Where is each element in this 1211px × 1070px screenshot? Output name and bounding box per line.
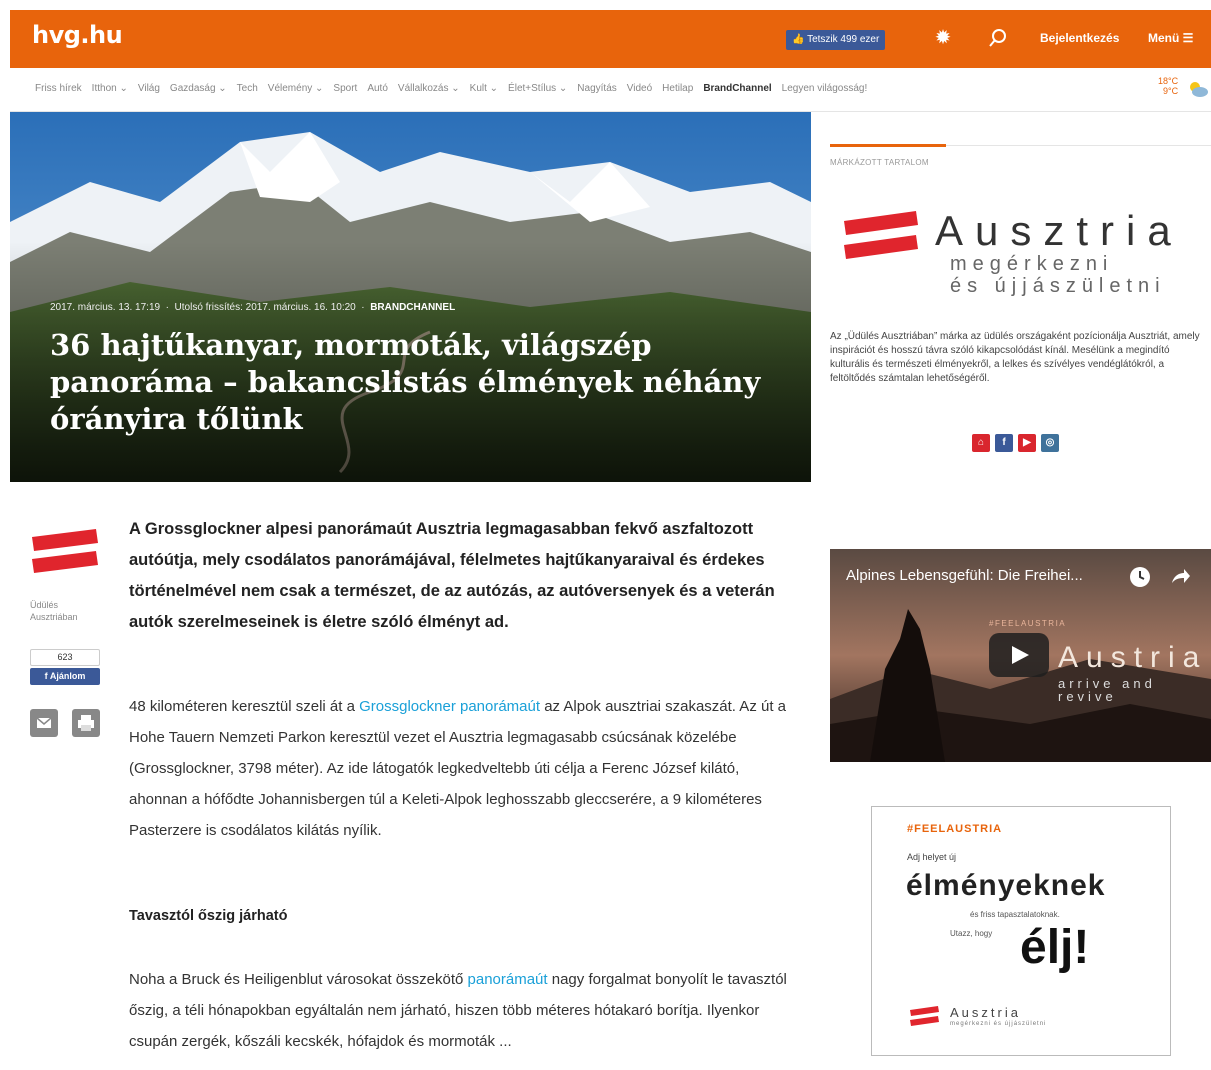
logo-word: Ausztria bbox=[935, 207, 1183, 254]
nav-item[interactable]: Legyen világosság! bbox=[782, 83, 868, 94]
video-hashtag: #FEELAUSTRIA bbox=[989, 619, 1067, 628]
article-lead: A Grossglockner alpesi panorámaút Ausztr… bbox=[129, 520, 775, 631]
nav-item[interactable]: Vállalkozás ⌄ bbox=[398, 83, 460, 94]
search-icon[interactable] bbox=[986, 26, 1010, 50]
play-icon bbox=[1012, 646, 1029, 664]
ad-headline: élményeknek bbox=[906, 869, 1106, 902]
nav-item[interactable]: Világ bbox=[138, 83, 160, 94]
author-name[interactable]: Üdülés Ausztriában bbox=[30, 599, 105, 623]
weather-widget[interactable]: 18°C 9°C bbox=[1158, 76, 1178, 96]
printer-icon bbox=[78, 715, 94, 731]
nav-item[interactable]: Kult ⌄ bbox=[470, 83, 498, 94]
recommend-widget[interactable]: 623 f Ajánlom bbox=[30, 649, 100, 685]
clock-icon[interactable] bbox=[1128, 565, 1152, 589]
article-title: 36 hajtűkanyar, mormoták, világszép pano… bbox=[50, 328, 761, 436]
ausztria-logo[interactable]: Ausztria megérkezni és újjászületni bbox=[830, 195, 1211, 305]
recommend-button[interactable]: f Ajánlom bbox=[30, 668, 100, 685]
video-embed[interactable]: Alpines Lebensgefühl: Die Freihei... #FE… bbox=[830, 549, 1211, 762]
nav-item[interactable]: Sport bbox=[333, 83, 357, 94]
paragraph-text: Noha a Bruck és Heiligenblut városokat ö… bbox=[129, 971, 468, 988]
ad-banner[interactable]: #FEELAUSTRIA Adj helyet új élményeknek é… bbox=[871, 806, 1171, 1056]
video-title[interactable]: Alpines Lebensgefühl: Die Freihei... bbox=[846, 567, 1083, 584]
nav-list: Friss hírek Itthon ⌄ Világ Gazdaság ⌄ Tech Vé… bbox=[35, 83, 867, 94]
sidebar-accent-rule bbox=[830, 144, 946, 147]
menu-button[interactable]: Menü ☰ bbox=[1148, 31, 1193, 45]
facebook-icon: f bbox=[44, 671, 48, 681]
article-paragraph-1: 48 kilométeren keresztül szeli át a Gros… bbox=[129, 691, 789, 846]
social-links: ⌂ f ▶ ◎ bbox=[972, 434, 1059, 452]
nav-item[interactable]: Autó bbox=[367, 83, 388, 94]
main-nav: Friss hírek Itthon ⌄ Világ Gazdaság ⌄ Tech Vé… bbox=[10, 68, 1211, 112]
mail-icon bbox=[36, 717, 52, 728]
top-bar: hvg.hu 👍 Tetszik 499 ezer ✹ Bejelentkezé… bbox=[10, 10, 1211, 68]
recommend-label: Ajánlom bbox=[49, 671, 86, 681]
channel-tag[interactable]: BRANDCHANNEL bbox=[370, 302, 455, 313]
nav-item[interactable]: Hetilap bbox=[662, 83, 693, 94]
nav-item[interactable]: BrandChannel bbox=[703, 83, 771, 94]
article-meta: 2017. március. 13. 17:19 · Utolsó frissí… bbox=[50, 302, 456, 313]
logo-subtitle-1: megérkezni bbox=[950, 253, 1114, 275]
weather-high: 18°C bbox=[1158, 76, 1179, 86]
nav-item[interactable]: Gazdaság ⌄ bbox=[170, 83, 227, 94]
nav-item[interactable]: Videó bbox=[627, 83, 652, 94]
thumbs-up-icon: 👍 bbox=[792, 34, 805, 45]
share-icon[interactable] bbox=[1168, 565, 1192, 589]
grossglockner-link[interactable]: Grossglockner panorámaút bbox=[359, 698, 540, 715]
updated-date: Utolsó frissítés: 2017. március. 16. 10:… bbox=[174, 302, 356, 313]
nav-item[interactable]: Nagyítás bbox=[577, 83, 616, 94]
cloud-sun-icon bbox=[1190, 82, 1208, 97]
logo-subtitle-2: és újjászületni bbox=[950, 275, 1166, 297]
ad-logo-subtitle: megérkezni és újjászületni bbox=[950, 1021, 1047, 1027]
branded-content-label: MÁRKÁZOTT TARTALOM bbox=[830, 158, 929, 167]
youtube-icon[interactable]: ▶ bbox=[1018, 434, 1036, 452]
print-button[interactable] bbox=[72, 709, 100, 737]
nav-item[interactable]: Tech bbox=[237, 83, 258, 94]
article-paragraph-2: Noha a Bruck és Heiligenblut városokat ö… bbox=[129, 964, 789, 1057]
facebook-like-button[interactable]: 👍 Tetszik 499 ezer bbox=[786, 30, 886, 50]
video-brand: Austria bbox=[1058, 641, 1208, 674]
brand-description: Az „Üdülés Ausztriában” márka az üdülés … bbox=[830, 331, 1200, 384]
ad-hashtag: #FEELAUSTRIA bbox=[907, 823, 1003, 835]
ad-slogan: élj! bbox=[1020, 921, 1090, 974]
ad-line-3: Utazz, hogy bbox=[950, 929, 993, 938]
play-button[interactable] bbox=[989, 633, 1049, 677]
email-button[interactable] bbox=[30, 709, 58, 737]
video-tagline: arrive and revive bbox=[1058, 676, 1156, 704]
home-icon[interactable]: ⌂ bbox=[972, 434, 990, 452]
facebook-icon[interactable]: f bbox=[995, 434, 1013, 452]
paragraph-text: az Alpok ausztriai szakaszát. Az út a Ho… bbox=[129, 698, 787, 839]
panoramaut-link[interactable]: panorámaút bbox=[468, 971, 548, 988]
ad-line-1: Adj helyet új bbox=[907, 852, 957, 862]
recommend-count: 623 bbox=[30, 649, 100, 666]
article-subheading: Tavasztól őszig járható bbox=[129, 908, 288, 924]
nav-item[interactable]: Élet+Stílus ⌄ bbox=[508, 83, 567, 94]
login-link[interactable]: Bejelentkezés bbox=[1040, 31, 1119, 45]
nav-item[interactable]: Friss hírek bbox=[35, 83, 82, 94]
sidebar-divider bbox=[946, 145, 1211, 146]
nav-item[interactable]: Itthon ⌄ bbox=[92, 83, 128, 94]
site-logo[interactable]: hvg.hu bbox=[32, 21, 123, 49]
austria-flag-icon bbox=[844, 211, 918, 259]
hero-image: 2017. március. 13. 17:19 · Utolsó frissí… bbox=[10, 112, 811, 482]
weather-low: 9°C bbox=[1163, 86, 1179, 96]
ad-logo-word: Ausztria bbox=[950, 1005, 1021, 1020]
publish-date: 2017. március. 13. 17:19 bbox=[50, 302, 161, 313]
like-button-label: Tetszik 499 ezer bbox=[807, 34, 880, 45]
austria-flag-icon bbox=[910, 1006, 939, 1026]
ad-line-2: és friss tapasztalatoknak. bbox=[970, 910, 1060, 919]
paragraph-text: 48 kilométeren keresztül szeli át a bbox=[129, 698, 360, 715]
nav-item[interactable]: Vélemény ⌄ bbox=[268, 83, 324, 94]
gear-icon[interactable]: ✹ bbox=[931, 26, 955, 50]
instagram-icon[interactable]: ◎ bbox=[1041, 434, 1059, 452]
author-logo[interactable] bbox=[30, 527, 100, 582]
